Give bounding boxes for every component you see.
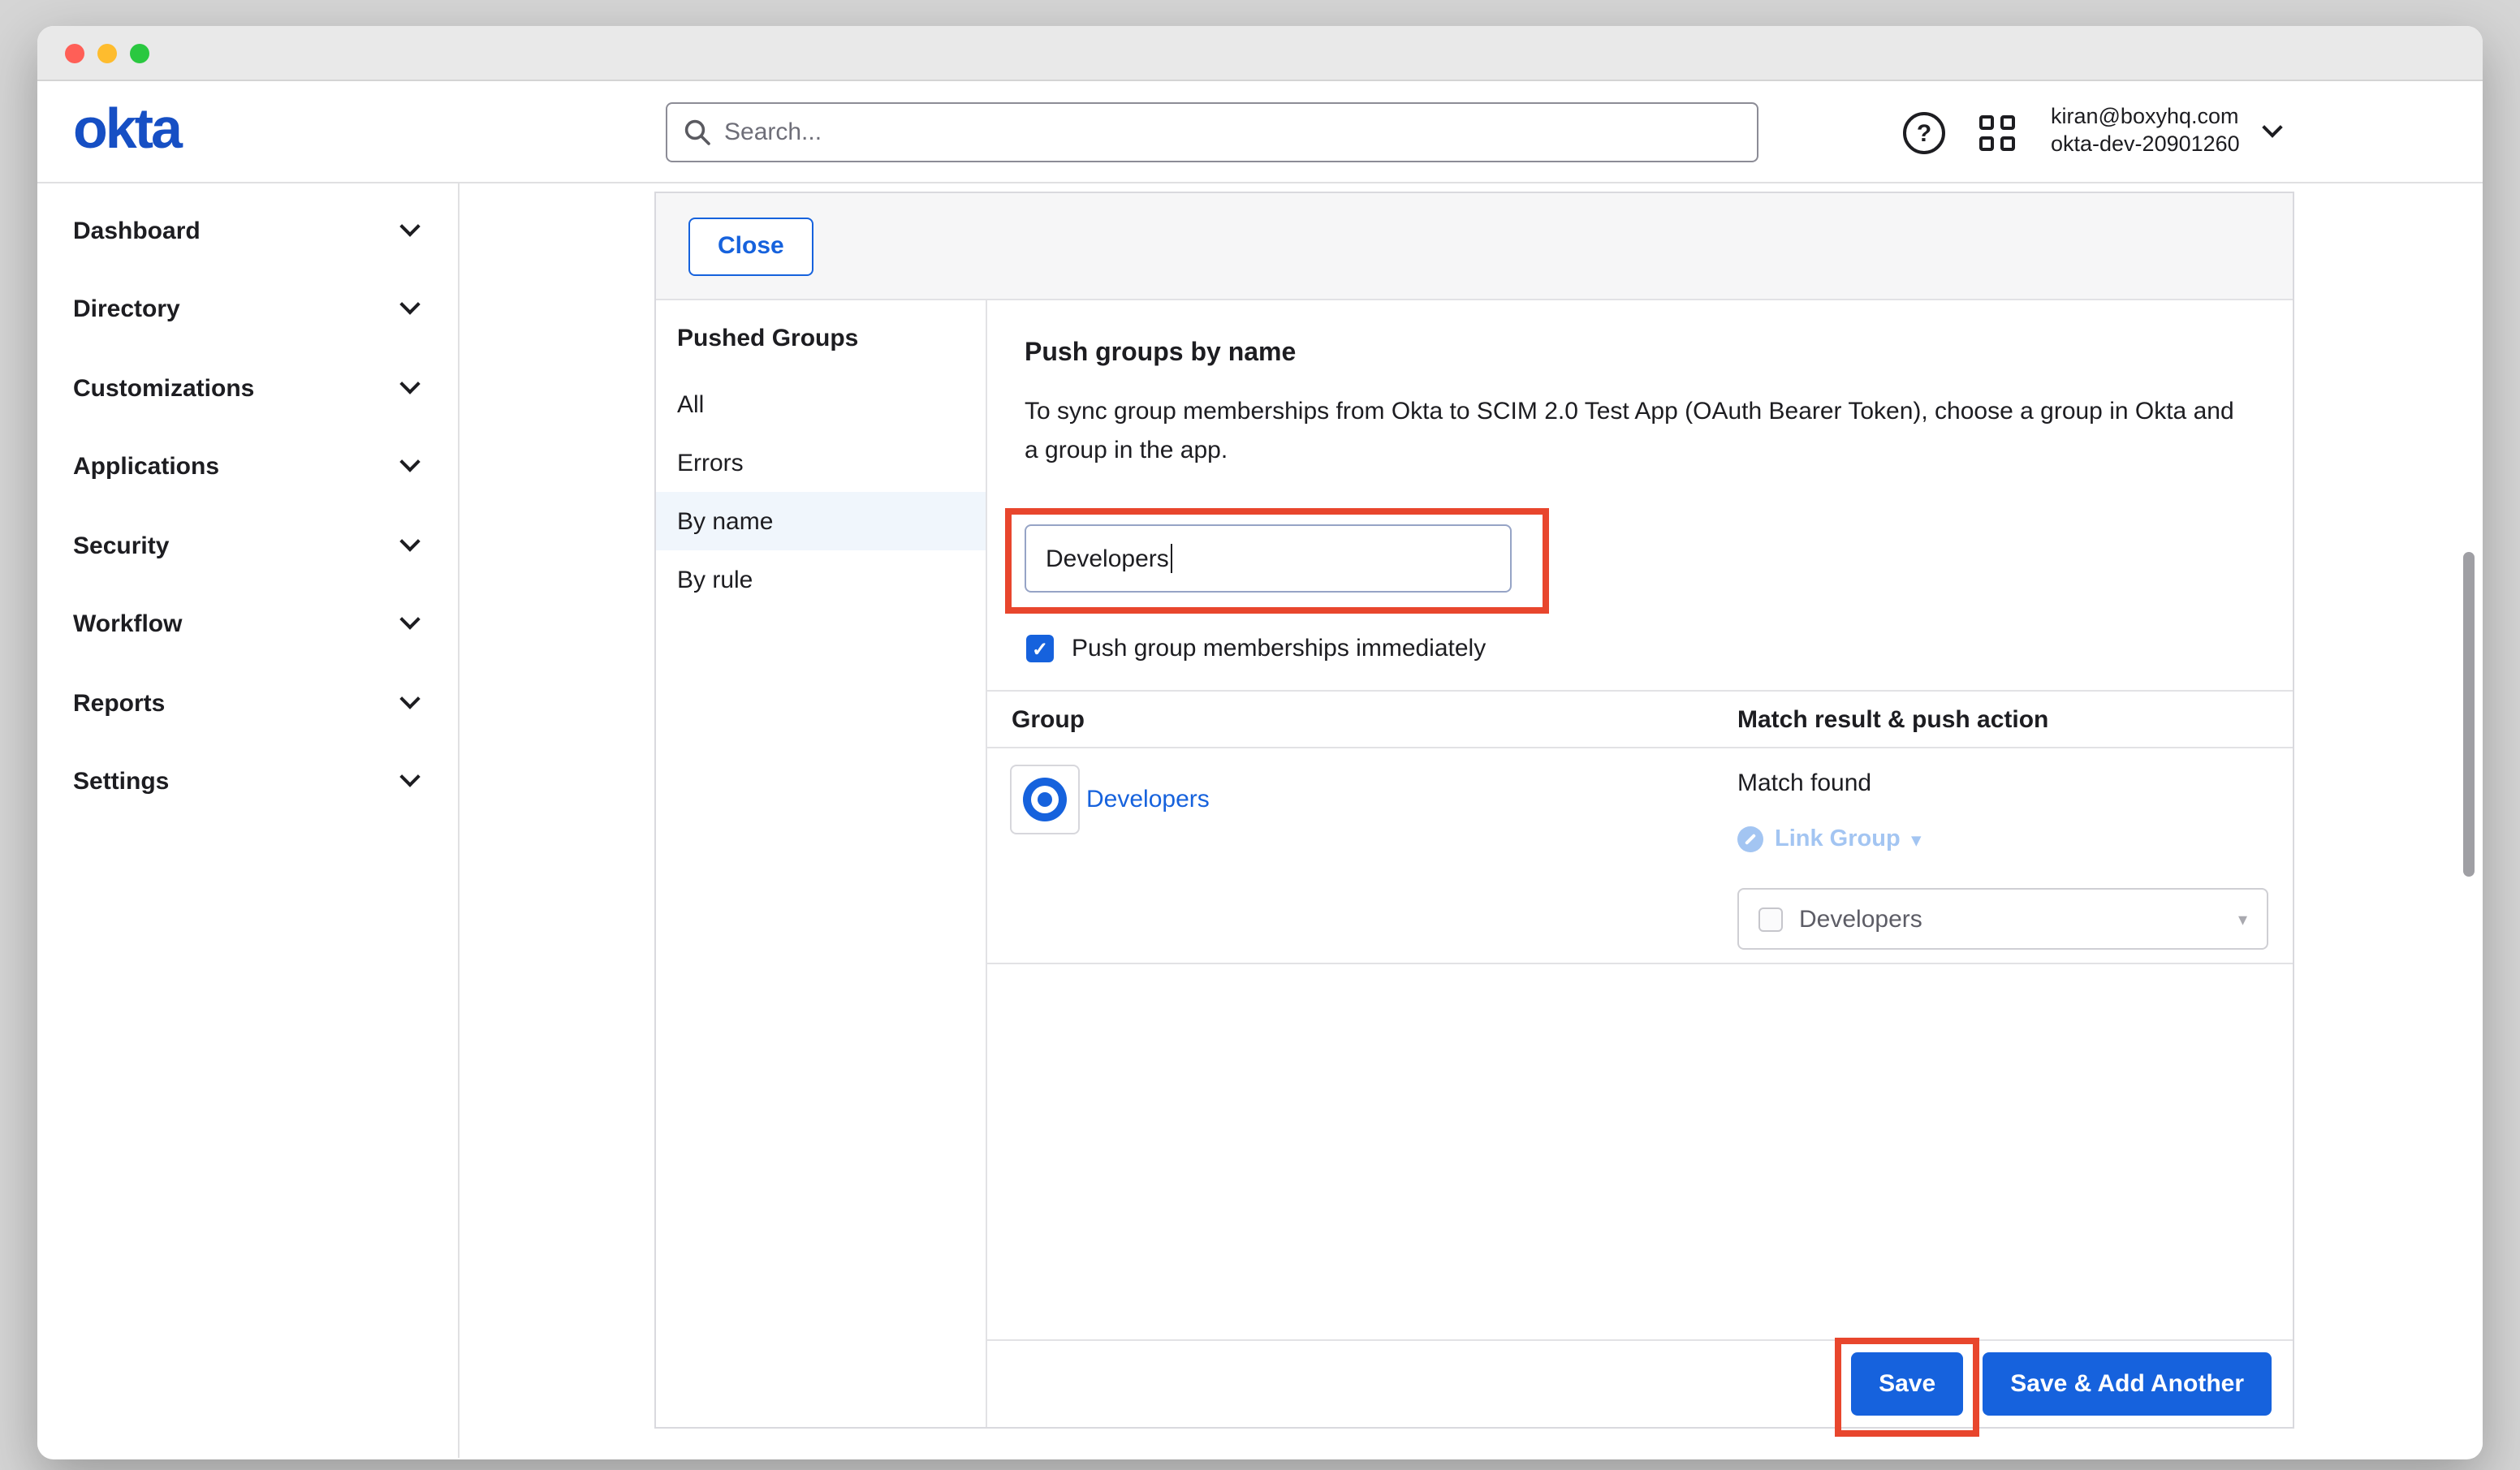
chevron-down-icon [399,610,420,630]
close-button[interactable]: Close [688,217,813,275]
panel-body: Pushed Groups All Errors By name By rule… [656,300,2293,1427]
group-input-zone: Developers [1005,508,1565,614]
link-icon [1737,826,1763,852]
column-header-match: Match result & push action [1737,705,2293,733]
sidebar-item-customizations[interactable]: Customizations [37,349,458,428]
caret-down-icon: ▾ [2238,908,2247,929]
subnav-item-by-rule[interactable]: By rule [656,550,986,609]
checkbox-label: Push group memberships immediately [1072,635,1486,662]
apps-grid-icon[interactable] [1979,115,2017,153]
account-menu[interactable]: kiran@boxyhq.com okta-dev-20901260 [2051,102,2281,157]
pushed-groups-subnav: Pushed Groups All Errors By name By rule [656,300,987,1427]
text-cursor [1171,544,1173,573]
chevron-down-icon [399,452,420,472]
link-group-label: Link Group [1775,826,1901,852]
help-icon[interactable]: ? [1903,112,1945,154]
sidebar-item-dashboard[interactable]: Dashboard [37,192,458,270]
desktop-background: okta ? kiran@boxyhq.com okta-dev-2090126… [0,0,2520,1470]
group-avatar [1010,765,1080,834]
subnav-item-by-name[interactable]: By name [656,492,986,550]
save-add-another-button[interactable]: Save & Add Another [1983,1352,2272,1416]
sidebar-navigation: Dashboard Directory Customizations Appli… [37,183,460,1458]
chevron-down-icon [399,295,420,315]
caret-down-icon: ▾ [1912,829,1921,850]
sidebar-item-directory[interactable]: Directory [37,270,458,349]
chevron-down-icon [2263,116,2283,136]
push-groups-panel: Close Pushed Groups All Errors By name B… [654,192,2294,1429]
sidebar-item-workflow[interactable]: Workflow [37,585,458,664]
account-email: kiran@boxyhq.com [2051,102,2240,130]
chevron-down-icon [399,767,420,787]
check-icon: ✓ [1032,637,1048,660]
match-status: Match found [1737,769,2293,797]
main-content-area: Close Pushed Groups All Errors By name B… [460,183,2483,1458]
search-box[interactable] [666,102,1758,162]
sidebar-item-security[interactable]: Security [37,507,458,585]
sidebar-item-settings[interactable]: Settings [37,743,458,821]
group-input-value: Developers [1046,545,1169,572]
group-name-input[interactable]: Developers [1025,524,1512,593]
push-immediately-checkbox[interactable]: ✓ [1026,635,1054,662]
select-group-checkbox[interactable] [1758,907,1783,931]
chevron-down-icon [399,373,420,394]
subnav-title: Pushed Groups [656,300,986,375]
subnav-item-errors[interactable]: Errors [656,433,986,492]
browser-window: okta ? kiran@boxyhq.com okta-dev-2090126… [37,26,2483,1459]
sidebar-item-reports[interactable]: Reports [37,664,458,743]
sidebar-item-applications[interactable]: Applications [37,428,458,507]
chevron-down-icon [399,688,420,709]
column-header-group: Group [987,705,1737,733]
search-icon [684,119,711,146]
okta-logo[interactable]: okta [73,97,180,162]
description-text: To sync group memberships from Okta to S… [1025,393,2234,471]
search-input[interactable] [724,119,1741,146]
window-body: Dashboard Directory Customizations Appli… [37,183,2483,1458]
push-by-name-content: Push groups by name To sync group member… [987,300,2293,1427]
subnav-item-all[interactable]: All [656,375,986,433]
page-title: Push groups by name [1025,339,2293,369]
window-minimize-button[interactable] [97,43,117,63]
group-name-link[interactable]: Developers [1086,786,1210,813]
match-table-header: Group Match result & push action [987,690,2293,748]
panel-footer: Save Save & Add Another [987,1339,2293,1427]
match-cell: Match found Link Group ▾ Developers [1737,748,2293,963]
panel-toolbar: Close [656,193,2293,300]
selected-group-value: Developers [1799,905,1922,933]
vertical-scrollbar[interactable] [2463,552,2475,877]
chevron-down-icon [399,216,420,236]
push-immediately-row: ✓ Push group memberships immediately [1026,635,2293,662]
account-org: okta-dev-20901260 [2051,130,2240,157]
window-close-button[interactable] [65,43,84,63]
push-group-select[interactable]: Developers ▾ [1737,888,2268,950]
annotation-highlight-save [1835,1338,1979,1437]
link-group-dropdown[interactable]: Link Group ▾ [1737,826,2293,852]
group-cell: Developers [987,748,1737,963]
window-titlebar [37,26,2483,81]
table-row: Developers Match found Link Group ▾ [987,748,2293,964]
group-icon [1023,778,1067,821]
top-navigation-bar: okta ? kiran@boxyhq.com okta-dev-2090126… [37,81,2483,183]
chevron-down-icon [399,531,420,551]
window-zoom-button[interactable] [130,43,149,63]
